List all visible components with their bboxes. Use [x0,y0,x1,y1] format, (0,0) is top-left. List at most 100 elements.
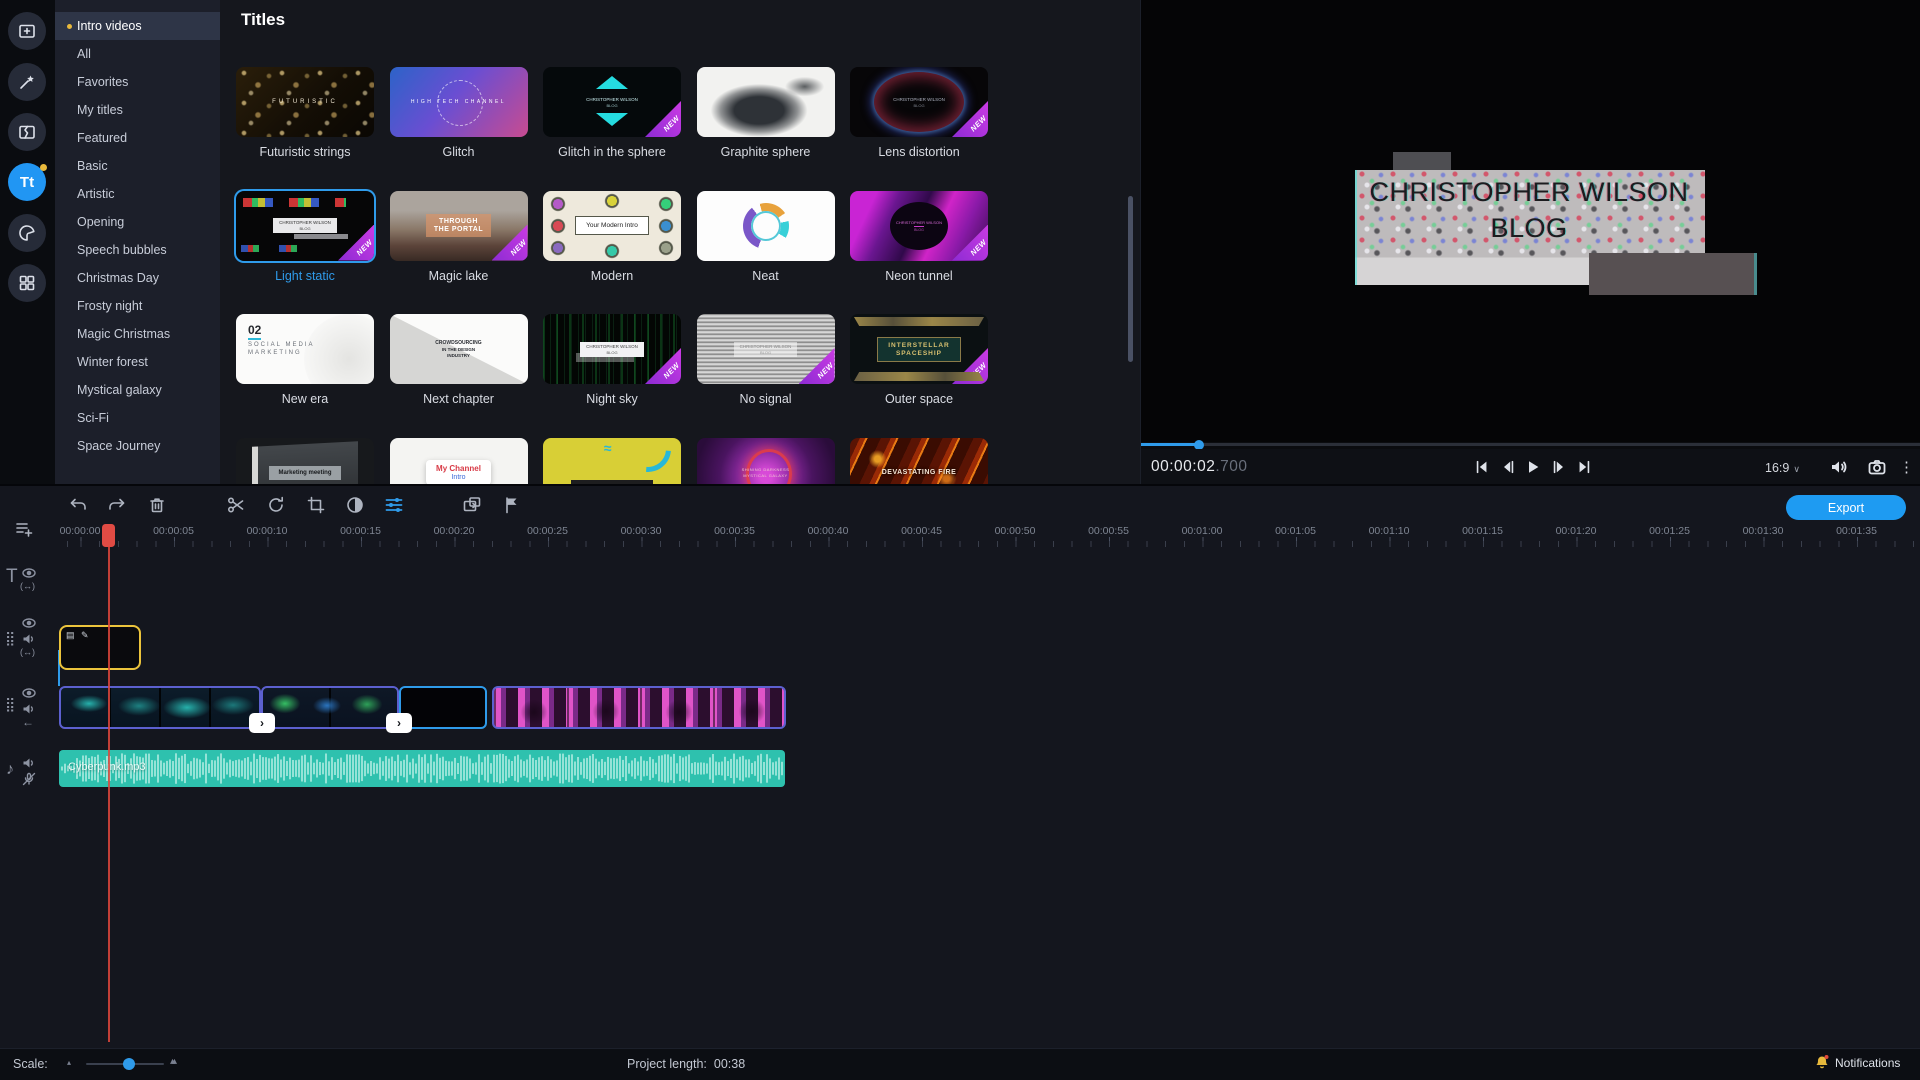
rotate-button[interactable] [266,495,286,515]
category-item-opening[interactable]: Opening [55,208,220,236]
category-item-magic-christmas[interactable]: Magic Christmas [55,320,220,348]
video-track-visibility-icon[interactable] [21,686,37,700]
stickers-button[interactable] [8,214,46,252]
play-button[interactable] [1524,459,1542,475]
overlay-track-visibility-icon[interactable] [21,616,37,630]
clip-properties-button[interactable] [384,495,404,515]
title-item-mychannel[interactable]: My ChannelIntro [390,438,528,485]
thumbnail[interactable]: CROWDSOURCINGIN THE DESIGNINDUSTRY [390,314,528,384]
filters-button[interactable] [8,63,46,101]
title-item-next-chapter[interactable]: CROWDSOURCINGIN THE DESIGNINDUSTRYNext c… [390,314,528,414]
thumbnail[interactable] [697,67,835,137]
skip-to-start-button[interactable] [1473,459,1491,475]
zoom-out-icon[interactable]: ▴ [67,1058,71,1067]
title-track-visibility-icon[interactable] [21,566,37,580]
category-item-sci-fi[interactable]: Sci-Fi [55,404,220,432]
timeline-ruler[interactable]: 00:00:0000:00:0500:00:1000:00:1500:00:20… [0,522,1920,550]
undo-button[interactable] [68,495,88,515]
seek-bar[interactable] [1141,441,1920,449]
category-item-winter-forest[interactable]: Winter forest [55,348,220,376]
video-clip-3[interactable] [399,686,487,729]
crop-button[interactable] [306,495,326,515]
title-item-glitch-in-the-sphere[interactable]: CHRISTOPHER WILSONBLOGNEWGlitch in the s… [543,67,681,167]
video-clip-4[interactable] [492,686,786,729]
audio-track-mute-icon[interactable] [21,756,37,770]
thumbnail[interactable]: HIGH TECH CHANNEL [390,67,528,137]
title-item-night-sky[interactable]: CHRISTOPHER WILSONBLOGNEWNight sky [543,314,681,414]
thumbnail[interactable]: YOUR LOGO [543,438,681,485]
overlay-track-link-icon[interactable]: (↔) [20,647,35,657]
title-track-link-icon[interactable]: (↔) [20,581,35,591]
redo-button[interactable] [107,495,127,515]
delete-button[interactable] [147,495,167,515]
title-item-outer-space[interactable]: INTERSTELLARSPACESHIPNEWOuter space [850,314,988,414]
export-button[interactable]: Export [1786,495,1906,520]
title-item-light-static[interactable]: CHRISTOPHER WILSONBLOGNEWLight static [236,191,374,291]
cut-button[interactable] [226,495,246,515]
video-clip-1[interactable] [59,686,261,729]
thumbnail[interactable]: SHINING DARKNESSMYSTICAL GALAXY [697,438,835,485]
preview-canvas[interactable]: CHRISTOPHER WILSON BLOG [1141,0,1920,442]
audio-clip[interactable]: Cyberpunk.mp3 [59,750,785,787]
transition-indicator-2[interactable]: › [386,713,412,733]
volume-button[interactable] [1829,458,1849,476]
next-frame-button[interactable] [1550,459,1568,475]
category-item-all[interactable]: All [55,40,220,68]
more-tools-button[interactable] [8,264,46,302]
title-item-glitch[interactable]: HIGH TECH CHANNELGlitch [390,67,528,167]
category-item-favorites[interactable]: Favorites [55,68,220,96]
thumbnail[interactable]: CHRISTOPHER WILSONBLOGNEW [850,191,988,261]
previous-frame-button[interactable] [1499,459,1517,475]
color-adjustments-button[interactable] [345,495,365,515]
thumbnail[interactable]: My ChannelIntro [390,438,528,485]
category-item-basic[interactable]: Basic [55,152,220,180]
title-item-new-era[interactable]: 02SOCIAL MEDIAMARKETINGNew era [236,314,374,414]
title-item-lens-distortion[interactable]: CHRISTOPHER WILSONBLOGNEWLens distortion [850,67,988,167]
category-item-mystical-galaxy[interactable]: Mystical galaxy [55,376,220,404]
thumbnail[interactable]: CHRISTOPHER WILSONBLOGNEW [543,67,681,137]
skip-to-end-button[interactable] [1575,459,1593,475]
overlay-clip-button[interactable] [462,495,482,515]
title-item-magic-lake[interactable]: THROUGHTHE PORTALNEWMagic lake [390,191,528,291]
title-item-graphite-sphere[interactable]: Graphite sphere [697,67,835,167]
thumbnail[interactable]: Marketing meeting [236,438,374,485]
add-media-button[interactable] [8,12,46,50]
title-item-yourlogo[interactable]: YOUR LOGO [543,438,681,485]
thumbnail[interactable]: INTERSTELLARSPACESHIPNEW [850,314,988,384]
scale-slider-handle[interactable] [123,1058,135,1070]
audio-track-mic-muted-icon[interactable] [21,772,37,786]
category-item-artistic[interactable]: Artistic [55,180,220,208]
thumbnail[interactable]: CHRISTOPHER WILSONBLOGNEW [543,314,681,384]
thumbnail[interactable]: 02SOCIAL MEDIAMARKETING [236,314,374,384]
title-item-modern[interactable]: Your Modern IntroModern [543,191,681,291]
video-track-back-icon[interactable]: ← [22,715,34,729]
thumbnail[interactable]: CHRISTOPHER WILSONBLOGNEW [236,191,374,261]
thumbnail[interactable]: FUTURISTIC [236,67,374,137]
title-item-neon-tunnel[interactable]: CHRISTOPHER WILSONBLOGNEWNeon tunnel [850,191,988,291]
notifications-button[interactable]: Notifications [1814,1054,1900,1071]
aspect-ratio-select[interactable]: 16:9∨ [1765,461,1800,475]
snapshot-camera-button[interactable] [1867,458,1887,476]
thumbnail[interactable]: CHRISTOPHER WILSONBLOGNEW [697,314,835,384]
marker-flag-button[interactable] [502,495,522,515]
title-item-neat[interactable]: Neat [697,191,835,291]
more-options-button[interactable]: ⋮ [1899,458,1914,476]
category-item-intro-videos[interactable]: Intro videos [55,12,220,40]
category-item-speech-bubbles[interactable]: Speech bubbles [55,236,220,264]
title-item-no-signal[interactable]: CHRISTOPHER WILSONBLOGNEWNo signal [697,314,835,414]
category-item-frosty-night[interactable]: Frosty night [55,292,220,320]
thumbnail[interactable]: Your Modern Intro [543,191,681,261]
category-item-my-titles[interactable]: My titles [55,96,220,124]
title-item-futuristic-strings[interactable]: FUTURISTICFuturistic strings [236,67,374,167]
video-track-mute-icon[interactable] [21,702,37,716]
grid-scrollbar[interactable] [1128,196,1133,362]
category-item-space-journey[interactable]: Space Journey [55,432,220,460]
transition-indicator-1[interactable]: › [249,713,275,733]
titles-button[interactable]: Tt [8,163,46,201]
category-item-christmas-day[interactable]: Christmas Day [55,264,220,292]
zoom-in-icon[interactable]: ▴▴ [170,1056,174,1067]
thumbnail[interactable]: THROUGHTHE PORTALNEW [390,191,528,261]
overlay-track-mute-icon[interactable] [21,632,37,646]
transitions-button[interactable] [8,113,46,151]
thumbnail[interactable]: CHRISTOPHER WILSONBLOGNEW [850,67,988,137]
